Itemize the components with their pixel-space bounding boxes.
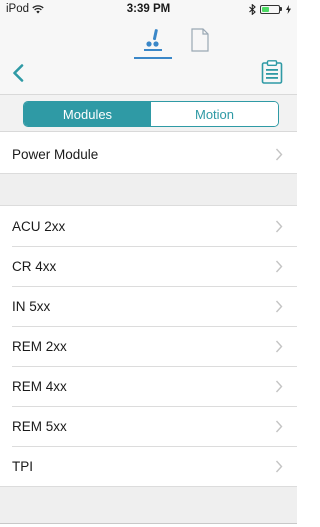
segment-motion[interactable]: Motion [151,102,278,126]
segment-bar: Modules Motion [0,94,297,132]
chevron-left-icon [13,64,24,82]
chevron-right-icon [275,380,283,392]
list-item-label: ACU 2xx [12,218,66,234]
list-item-rem-5xx[interactable]: REM 5xx [0,407,297,445]
status-time: 3:39 PM [126,3,171,15]
list-item-power-module[interactable]: Power Module [0,135,297,173]
clipboard-button[interactable] [259,59,285,85]
document-icon [191,28,209,52]
tab-document[interactable] [180,21,220,59]
active-tab-indicator [134,57,172,59]
section-spacer [0,174,297,205]
list-item-rem-4xx[interactable]: REM 4xx [0,367,297,405]
list-item-label: REM 5xx [12,418,67,434]
list-item-in-5xx[interactable]: IN 5xx [0,287,297,325]
tab-wheelchair[interactable] [133,21,173,59]
clipboard-icon [261,60,283,84]
battery-indicator [260,4,282,14]
wheelchair-icon [144,29,162,51]
section-spacer [0,487,297,523]
section-divider [0,523,297,524]
back-button[interactable] [6,61,30,85]
list-item-tpi[interactable]: TPI [0,447,297,485]
list-item-label: Power Module [12,146,99,162]
section-divider [0,205,297,206]
chevron-right-icon [275,260,283,272]
list-item-label: REM 4xx [12,378,67,394]
list-item-acu-2xx[interactable]: ACU 2xx [0,207,297,245]
chevron-right-icon [275,220,283,232]
wifi-icon [32,4,44,13]
chevron-right-icon [275,148,283,160]
chevron-right-icon [275,340,283,352]
charging-icon [286,4,291,14]
chevron-right-icon [275,420,283,432]
top-tab-bar [0,21,297,59]
list-item-label: IN 5xx [12,298,51,314]
list-item-cr-4xx[interactable]: CR 4xx [0,247,297,285]
list-item-label: REM 2xx [12,338,67,354]
navigation-bar [0,18,297,94]
list-item-label: CR 4xx [12,258,57,274]
segmented-control: Modules Motion [23,101,279,127]
carrier-label: iPod [6,3,30,15]
list-item-rem-2xx[interactable]: REM 2xx [0,327,297,365]
chevron-right-icon [275,300,283,312]
list-item-label: TPI [12,458,34,474]
chevron-right-icon [275,460,283,472]
status-bar: iPod 3:39 PM [0,0,297,18]
segment-modules[interactable]: Modules [24,102,151,126]
bluetooth-icon [249,3,256,15]
